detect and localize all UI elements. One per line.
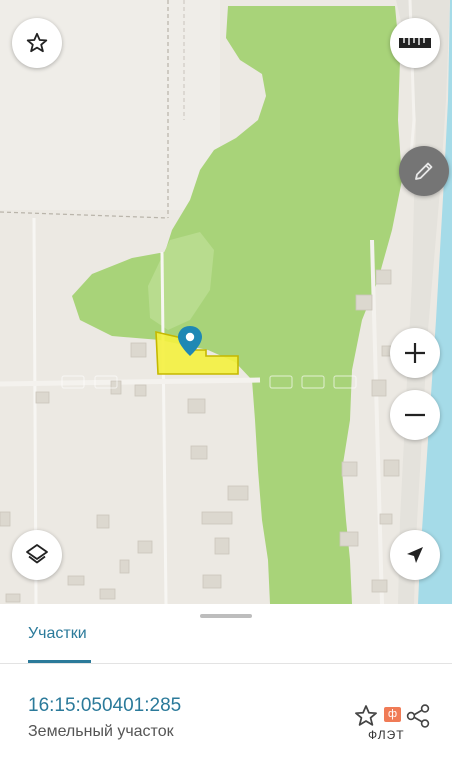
parcel-type-label: Земельный участок [28, 723, 174, 740]
layers-icon [26, 544, 48, 564]
star-outline-icon [355, 705, 377, 726]
cadastral-number[interactable]: 16:15:050401:285 [28, 695, 181, 717]
pencil-icon [415, 162, 433, 180]
tab-divider [0, 663, 452, 664]
star-outline-icon [26, 32, 48, 53]
my-location-button[interactable] [390, 530, 440, 580]
favorite-map-button[interactable] [12, 18, 62, 68]
tab-parcels[interactable]: Участки [28, 624, 87, 664]
plus-icon [405, 343, 425, 363]
edit-button[interactable] [399, 146, 449, 196]
map-canvas [0, 0, 452, 604]
sheet-drag-handle[interactable] [200, 614, 252, 618]
bottom-sheet: Участки 16:15:050401:285 Земельный участ… [0, 604, 452, 768]
map-view[interactable] [0, 0, 452, 604]
favorite-parcel-button[interactable] [351, 701, 381, 731]
share-button[interactable] [402, 700, 434, 732]
watermark-text: ФЛЭТ [368, 728, 405, 742]
ruler-button[interactable] [390, 18, 440, 68]
minus-icon [405, 413, 425, 417]
zoom-in-button[interactable] [390, 328, 440, 378]
watermark-badge: ф [384, 707, 401, 722]
ruler-icon [399, 38, 431, 48]
layers-button[interactable] [12, 530, 62, 580]
zoom-out-button[interactable] [390, 390, 440, 440]
share-icon [406, 704, 430, 728]
navigation-arrow-icon [407, 547, 423, 563]
